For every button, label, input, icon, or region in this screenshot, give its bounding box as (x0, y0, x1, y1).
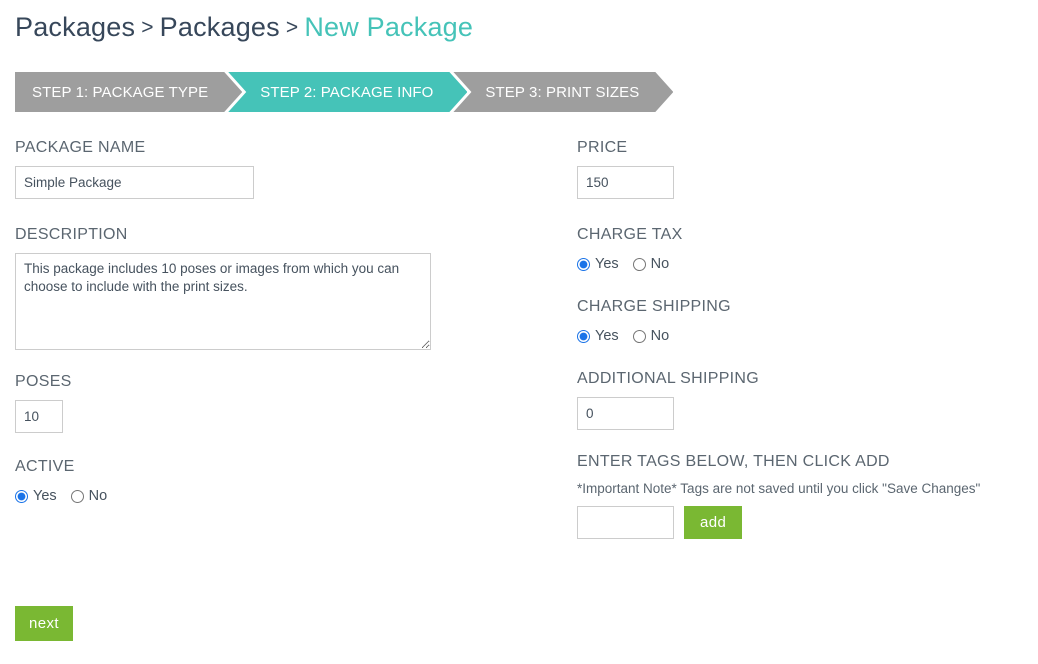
breadcrumb-item-packages-1[interactable]: Packages (15, 12, 135, 42)
poses-input[interactable] (15, 400, 63, 433)
charge-tax-radio-yes-input[interactable] (577, 257, 590, 271)
breadcrumb-separator-1: > (141, 16, 154, 39)
step-2-label: STEP 2: PACKAGE INFO (260, 83, 434, 101)
active-radio-no-label: No (88, 488, 108, 504)
charge-shipping-label: CHARGE SHIPPING (577, 298, 731, 315)
next-button[interactable]: next (15, 606, 73, 641)
step-3-print-sizes[interactable]: STEP 3: PRINT SIZES (453, 72, 673, 112)
description-textarea[interactable]: This package includes 10 poses or images… (15, 253, 431, 350)
charge-shipping-radio-yes[interactable]: Yes (577, 327, 619, 345)
charge-shipping-radio-no[interactable]: No (632, 327, 670, 345)
charge-tax-radio-no[interactable]: No (632, 255, 670, 273)
charge-shipping-radio-no-input[interactable] (632, 329, 646, 343)
charge-tax-radio-no-label: No (650, 256, 670, 272)
tags-entry-row: add (577, 506, 1017, 539)
charge-tax-radio-no-input[interactable] (632, 257, 646, 271)
tags-important-note: *Important Note* Tags are not saved unti… (577, 481, 981, 496)
active-radio-yes[interactable]: Yes (15, 487, 57, 505)
charge-tax-radio-yes[interactable]: Yes (577, 255, 619, 273)
charge-shipping-radio-group: Yes No (577, 325, 1017, 347)
charge-shipping-radio-yes-input[interactable] (577, 329, 590, 343)
price-label: PRICE (577, 139, 628, 156)
package-name-label: PACKAGE NAME (15, 139, 146, 156)
package-name-input[interactable] (15, 166, 254, 199)
additional-shipping-input[interactable] (577, 397, 674, 430)
active-radio-yes-label: Yes (33, 488, 57, 504)
price-input[interactable] (577, 166, 674, 199)
step-1-package-type[interactable]: STEP 1: PACKAGE TYPE (15, 72, 242, 112)
step-3-label: STEP 3: PRINT SIZES (485, 83, 640, 101)
active-radio-no-input[interactable] (70, 489, 84, 503)
add-tag-button[interactable]: add (684, 506, 743, 539)
active-radio-group: Yes No (15, 485, 555, 507)
charge-tax-label: CHARGE TAX (577, 226, 683, 243)
page-title: New Package (304, 12, 474, 42)
charge-shipping-radio-no-label: No (650, 328, 670, 344)
step-2-package-info[interactable]: STEP 2: PACKAGE INFO (228, 72, 467, 112)
active-radio-yes-input[interactable] (15, 489, 28, 503)
charge-tax-radio-group: Yes No (577, 253, 1017, 275)
tag-input[interactable] (577, 506, 674, 539)
form-right-column: PRICE CHARGE TAX Yes No CHARGE SHIPPING … (577, 138, 1017, 539)
breadcrumb-separator-2: > (285, 16, 299, 39)
breadcrumb: Packages > Packages > New Package (15, 12, 473, 43)
form-left-column: PACKAGE NAME DESCRIPTION This package in… (15, 138, 555, 507)
poses-label: POSES (15, 373, 72, 390)
additional-shipping-label: ADDITIONAL SHIPPING (577, 370, 760, 387)
charge-shipping-radio-yes-label: Yes (595, 328, 619, 344)
charge-tax-radio-yes-label: Yes (595, 256, 619, 272)
breadcrumb-item-packages-2[interactable]: Packages (160, 12, 280, 42)
active-label: ACTIVE (15, 458, 75, 475)
step-1-label: STEP 1: PACKAGE TYPE (32, 83, 209, 101)
tags-label: ENTER TAGS BELOW, THEN CLICK ADD (577, 453, 890, 470)
active-radio-no[interactable]: No (70, 487, 108, 505)
step-progress-bar: STEP 1: PACKAGE TYPE STEP 2: PACKAGE INF… (15, 72, 673, 112)
description-label: DESCRIPTION (15, 226, 128, 243)
